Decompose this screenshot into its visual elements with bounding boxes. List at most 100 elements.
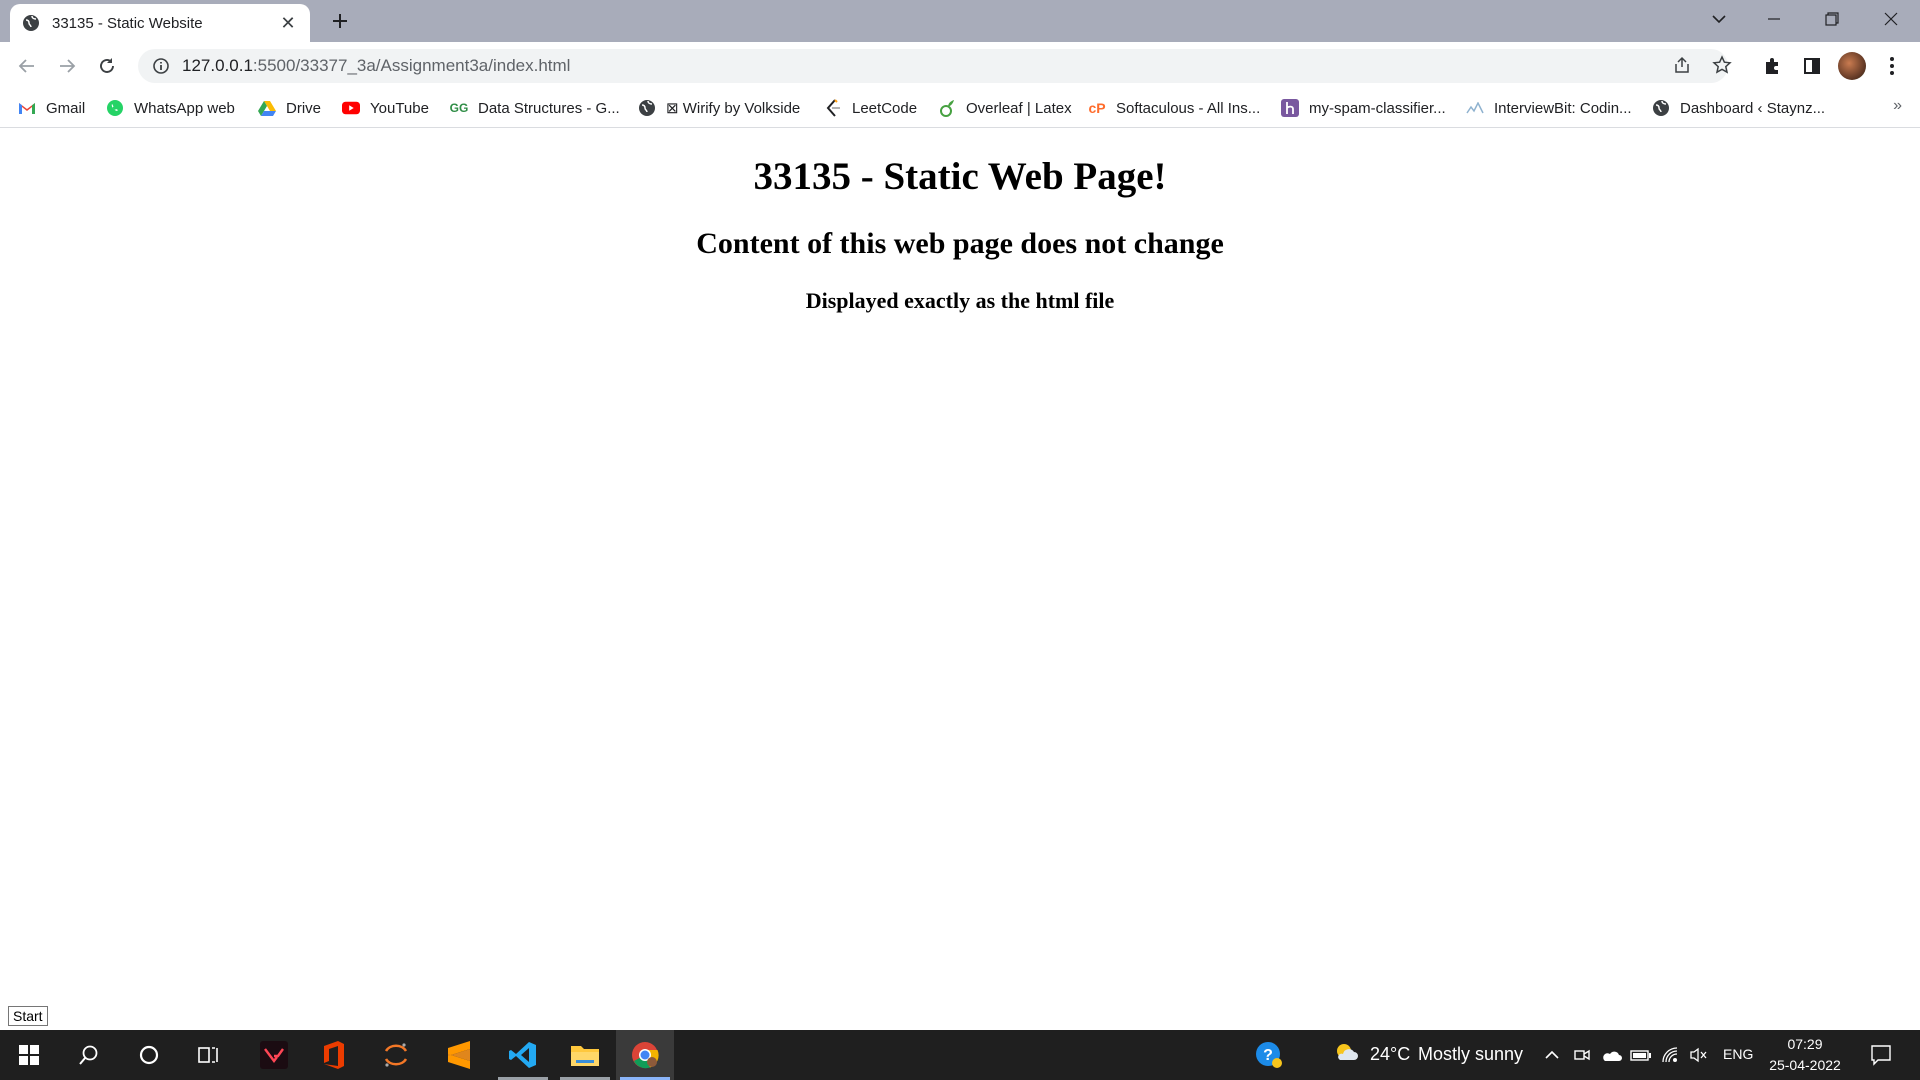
taskbar-app-vscode[interactable] <box>494 1030 552 1080</box>
bookmark-dashboard[interactable]: Dashboard ‹ Staynz... <box>1652 95 1825 121</box>
softaculous-icon: cP <box>1088 100 1106 116</box>
profile-button[interactable] <box>1836 50 1868 82</box>
tab-search-button[interactable] <box>1690 0 1748 38</box>
taskbar-app-sublime[interactable] <box>430 1030 488 1080</box>
jupyter-icon <box>384 1043 408 1067</box>
star-icon <box>1712 55 1732 74</box>
help-app-button[interactable]: ? <box>1240 1030 1298 1080</box>
bookmark-softaculous[interactable]: cP Softaculous - All Ins... <box>1088 95 1260 121</box>
new-tab-button[interactable] <box>325 6 355 36</box>
browser-tab[interactable]: 33135 - Static Website ✕ <box>10 4 310 42</box>
bookmark-label: YouTube <box>370 99 429 117</box>
bookmark-interviewbit[interactable]: InterviewBit: Codin... <box>1466 95 1632 121</box>
search-icon <box>79 1045 98 1065</box>
weather-sunny-icon[interactable] <box>1333 1042 1359 1064</box>
bookmark-drive[interactable]: Drive <box>258 95 321 121</box>
page-heading: 33135 - Static Web Page! <box>753 155 1167 198</box>
taskbar-app-jupyter[interactable] <box>367 1030 425 1080</box>
bookmark-star-button[interactable] <box>1707 50 1737 80</box>
info-icon[interactable] <box>152 57 170 75</box>
valorant-icon <box>260 1041 288 1069</box>
windows-logo-icon <box>19 1045 39 1065</box>
onedrive-icon[interactable] <box>1600 1044 1622 1066</box>
youtube-icon <box>342 99 360 117</box>
share-button[interactable] <box>1667 50 1697 80</box>
taskbar-app-file-explorer[interactable] <box>556 1030 614 1080</box>
bookmark-label: Data Structures - G... <box>478 99 620 117</box>
cortana-icon <box>139 1045 159 1065</box>
bookmark-label: Gmail <box>46 99 86 117</box>
meet-now-icon[interactable] <box>1571 1044 1593 1066</box>
reload-button[interactable] <box>91 50 123 82</box>
close-window-button[interactable] <box>1862 0 1920 38</box>
kebab-menu-icon <box>1890 57 1894 75</box>
taskbar-app-valorant[interactable] <box>245 1030 303 1080</box>
bookmark-label: Softaculous - All Ins... <box>1116 99 1261 117</box>
bookmark-whatsapp[interactable]: WhatsApp web <box>106 95 235 121</box>
bookmark-label: my-spam-classifier... <box>1309 99 1446 117</box>
extensions-button[interactable] <box>1756 50 1788 82</box>
close-icon <box>1884 12 1898 26</box>
bookmark-data-structures[interactable]: GG Data Structures - G... <box>450 95 620 121</box>
page-caption: Displayed exactly as the html file <box>805 288 1115 313</box>
bookmark-leetcode[interactable]: LeetCode <box>824 95 917 121</box>
forward-button[interactable] <box>51 50 83 82</box>
task-view-icon <box>198 1047 218 1063</box>
notifications-icon[interactable] <box>1868 1044 1894 1066</box>
arrow-right-icon <box>60 59 76 73</box>
cortana-button[interactable] <box>120 1030 178 1080</box>
bookmark-label: Overleaf | Latex <box>966 99 1072 117</box>
bookmarks-overflow-icon[interactable]: » <box>1893 97 1902 115</box>
weather-temperature[interactable]: 24°C <box>1370 1044 1410 1065</box>
arrow-left-icon <box>18 59 34 73</box>
overleaf-icon <box>938 99 956 117</box>
folder-icon <box>571 1046 599 1066</box>
puzzle-icon <box>1766 58 1778 74</box>
clock-time: 07:29 <box>1787 1036 1823 1052</box>
weather-description[interactable]: Mostly sunny <box>1418 1044 1523 1065</box>
heroku-icon <box>1281 99 1299 117</box>
system-clock[interactable]: 07:29 25-04-2022 <box>1762 1034 1848 1076</box>
help-icon: ? <box>1256 1042 1282 1068</box>
clock-date: 25-04-2022 <box>1769 1057 1841 1073</box>
address-bar[interactable]: 127.0.0.1:5500/33377_3a/Assignment3a/ind… <box>138 49 1728 83</box>
chevron-up-icon[interactable] <box>1541 1044 1563 1066</box>
start-button[interactable] <box>0 1030 58 1080</box>
restore-button[interactable] <box>1803 0 1861 38</box>
search-button[interactable] <box>60 1030 118 1080</box>
side-panel-button[interactable] <box>1796 50 1828 82</box>
input-language[interactable]: ENG <box>1723 1046 1753 1062</box>
tab-close-icon[interactable]: ✕ <box>278 13 298 34</box>
task-view-button[interactable] <box>180 1030 238 1080</box>
tab-title: 33135 - Static Website <box>52 14 203 32</box>
browser-toolbar: 127.0.0.1:5500/33377_3a/Assignment3a/ind… <box>0 42 1920 89</box>
leetcode-icon <box>824 99 842 117</box>
bookmark-wirify[interactable]: ⊠ Wirify by Volkside <box>638 95 800 121</box>
web-page-content: 33135 - Static Web Page! Content of this… <box>0 128 1920 1030</box>
chrome-icon <box>632 1042 659 1069</box>
whatsapp-icon <box>106 99 124 117</box>
tab-strip: 33135 - Static Website ✕ <box>0 0 1920 42</box>
globe-icon <box>638 99 656 117</box>
reload-icon <box>100 58 114 73</box>
taskbar-app-chrome[interactable] <box>616 1030 674 1080</box>
bookmark-gmail[interactable]: Gmail <box>18 95 85 121</box>
drive-icon <box>258 99 276 117</box>
office-icon <box>324 1041 344 1069</box>
geeksforgeeks-icon: GG <box>449 101 469 115</box>
bookmark-overleaf[interactable]: Overleaf | Latex <box>938 95 1072 121</box>
bookmark-spam-classifier[interactable]: my-spam-classifier... <box>1281 95 1446 121</box>
bookmark-youtube[interactable]: YouTube <box>342 95 429 121</box>
gmail-icon <box>18 99 36 117</box>
back-button[interactable] <box>11 50 43 82</box>
taskbar-app-office[interactable] <box>305 1030 363 1080</box>
wifi-icon[interactable] <box>1660 1044 1682 1066</box>
bookmarks-bar: Gmail WhatsApp web Drive YouTube GG Data… <box>0 89 1920 128</box>
chevron-down-icon <box>1712 15 1726 24</box>
bookmark-label: LeetCode <box>852 99 918 117</box>
side-panel-icon <box>1804 58 1820 74</box>
volume-muted-icon[interactable] <box>1688 1044 1710 1066</box>
battery-icon[interactable] <box>1630 1044 1652 1066</box>
minimize-button[interactable] <box>1745 0 1803 38</box>
menu-button[interactable] <box>1876 50 1908 82</box>
